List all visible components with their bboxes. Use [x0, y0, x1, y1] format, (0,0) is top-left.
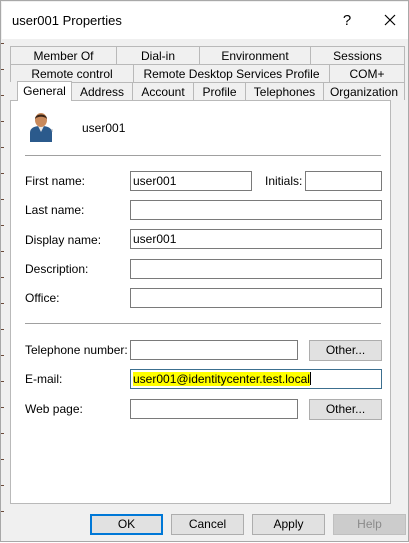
- tab-com-plus[interactable]: COM+: [329, 64, 405, 82]
- tab-member-of[interactable]: Member Of: [10, 46, 117, 64]
- tab-address[interactable]: Address: [71, 82, 133, 100]
- first-name-field[interactable]: user001: [130, 171, 252, 191]
- email-label: E-mail:: [25, 372, 63, 386]
- web-page-other-button[interactable]: Other...: [309, 399, 382, 420]
- first-name-label: First name:: [25, 174, 86, 188]
- email-value: user001@identitycenter.test.local: [133, 372, 310, 386]
- tab-remote-desktop-services-profile[interactable]: Remote Desktop Services Profile: [133, 64, 330, 82]
- telephone-label: Telephone number:: [25, 343, 128, 357]
- help-button[interactable]: Help: [333, 514, 406, 535]
- apply-button[interactable]: Apply: [252, 514, 325, 535]
- ok-button[interactable]: OK: [90, 514, 163, 535]
- office-field[interactable]: [130, 288, 382, 308]
- window-title: user001 Properties: [12, 13, 122, 28]
- tab-telephones[interactable]: Telephones: [245, 82, 324, 100]
- title-bar: user001 Properties ?: [2, 2, 408, 39]
- cancel-button[interactable]: Cancel: [171, 514, 244, 535]
- display-name-label: Display name:: [25, 233, 102, 247]
- user-avatar-icon: [30, 113, 53, 142]
- separator: [25, 155, 381, 157]
- last-name-label: Last name:: [25, 203, 85, 217]
- description-field[interactable]: [130, 259, 382, 279]
- tab-sessions[interactable]: Sessions: [310, 46, 405, 64]
- account-display-name: user001: [82, 121, 126, 135]
- last-name-field[interactable]: [130, 200, 382, 220]
- web-page-field[interactable]: [130, 399, 298, 419]
- text-caret: [309, 372, 311, 385]
- close-button[interactable]: [374, 8, 406, 34]
- description-label: Description:: [25, 262, 89, 276]
- initials-field[interactable]: [305, 171, 382, 191]
- initials-label: Initials:: [265, 174, 303, 188]
- email-field[interactable]: user001@identitycenter.test.local: [130, 369, 382, 389]
- tab-organization[interactable]: Organization: [323, 82, 405, 100]
- tab-general[interactable]: General: [17, 81, 72, 101]
- telephone-other-button[interactable]: Other...: [309, 340, 382, 361]
- tab-profile[interactable]: Profile: [193, 82, 246, 100]
- office-label: Office:: [25, 291, 60, 305]
- tab-account[interactable]: Account: [132, 82, 194, 100]
- tab-environment[interactable]: Environment: [199, 46, 311, 64]
- close-icon: [384, 14, 396, 26]
- web-page-label: Web page:: [25, 402, 83, 416]
- tab-remote-control[interactable]: Remote control: [10, 64, 134, 82]
- separator: [25, 323, 381, 325]
- telephone-field[interactable]: [130, 340, 298, 360]
- tab-dial-in[interactable]: Dial-in: [116, 46, 200, 64]
- help-title-button[interactable]: ?: [335, 8, 359, 34]
- display-name-field[interactable]: user001: [130, 229, 382, 249]
- background-window-edge: [1, 39, 5, 543]
